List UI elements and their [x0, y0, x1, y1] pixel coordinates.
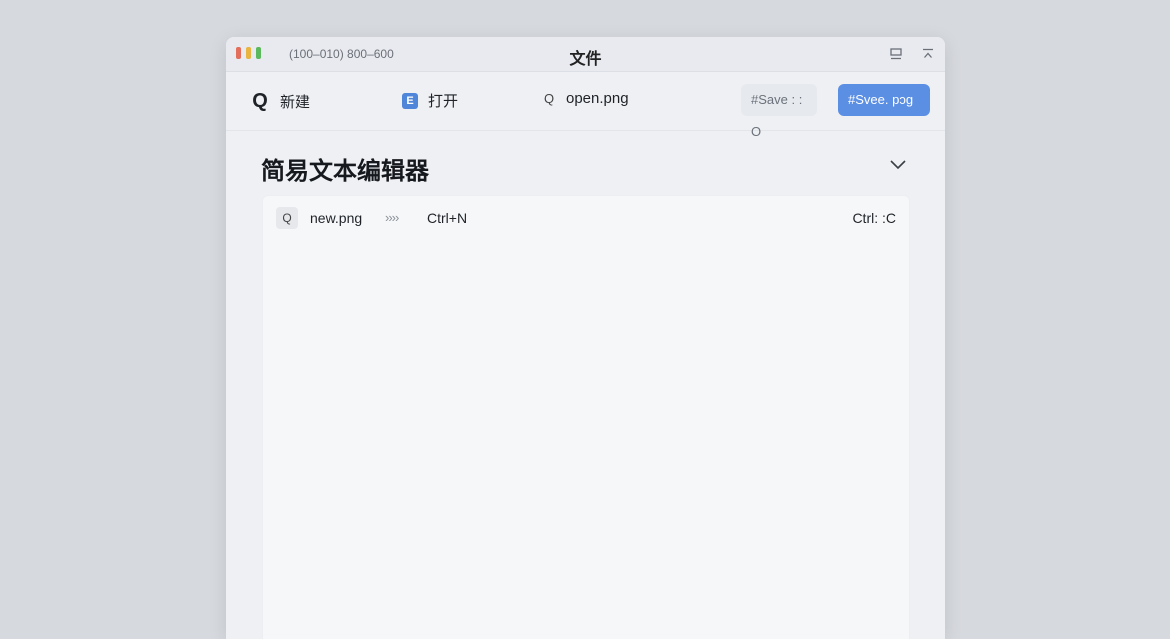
search-icon: Q — [543, 91, 555, 106]
arrows-icon: ›››› — [385, 210, 399, 225]
open-file-icon: E — [402, 92, 418, 109]
list-item[interactable]: Q new.png ›››› Ctrl+N Ctrl: :C — [263, 196, 909, 240]
open-file-item[interactable]: Q open.png — [542, 90, 629, 107]
new-button[interactable]: Q 新建 — [250, 90, 310, 113]
open-button[interactable]: E 打开 — [402, 90, 458, 111]
chevron-down-icon[interactable] — [889, 157, 907, 171]
page-title: 简易文本编辑器 — [261, 158, 429, 185]
row-filename: new.png — [310, 210, 363, 226]
toolbar: Q 新建 E 打开 Q open.png #Save : : O #Svee. … — [226, 72, 945, 139]
row-shortcut: Ctrl+N — [427, 210, 468, 226]
save-button[interactable]: #Save : : O — [741, 84, 817, 139]
search-icon: Q — [252, 90, 268, 112]
section-header: 简易文本编辑器 — [226, 131, 945, 197]
title-bar: (100–010) 800–600 文件 — [226, 37, 945, 72]
save-as-button[interactable]: #Svee. pɔg — [838, 84, 930, 116]
search-icon: Q — [276, 207, 298, 229]
row-right-shortcut: Ctrl: :C — [852, 210, 896, 226]
text-editor-area[interactable]: Q new.png ›››› Ctrl+N Ctrl: :C — [262, 195, 910, 639]
app-window: (100–010) 800–600 文件 Q 新建 E 打开 Q open.pn… — [226, 37, 945, 639]
window-collapse-icon[interactable] — [921, 47, 935, 61]
open-label: 打开 — [428, 93, 459, 110]
window-minimize-icon[interactable] — [889, 47, 903, 61]
window-title: 文件 — [569, 51, 602, 68]
new-label: 新建 — [280, 94, 311, 111]
file-name-label: open.png — [566, 90, 629, 107]
